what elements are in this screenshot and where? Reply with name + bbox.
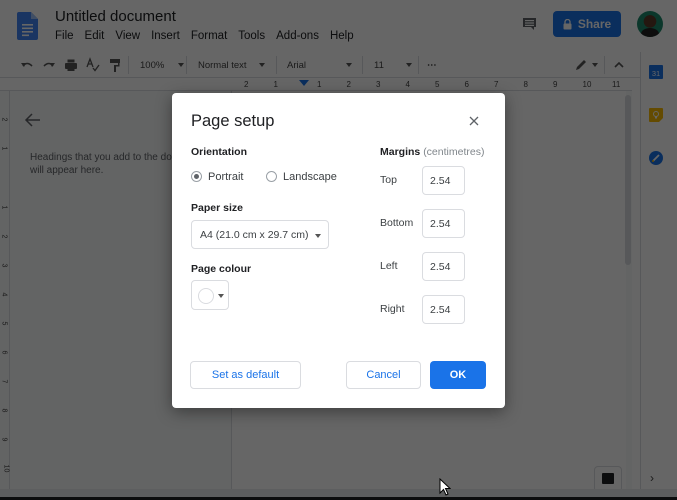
margin-top-label: Top <box>380 174 397 186</box>
dialog-title: Page setup <box>191 112 275 130</box>
portrait-radio[interactable] <box>191 171 202 182</box>
paper-size-select[interactable]: A4 (21.0 cm x 29.7 cm) <box>191 220 329 249</box>
orientation-label: Orientation <box>191 146 248 158</box>
margins-unit: (centimetres) <box>423 146 485 158</box>
landscape-radio[interactable] <box>266 171 277 182</box>
margin-right-label: Right <box>380 303 405 315</box>
close-icon[interactable] <box>468 115 480 127</box>
google-docs-window: Untitled document File Edit View Insert … <box>0 0 677 500</box>
portrait-label[interactable]: Portrait <box>208 171 243 183</box>
landscape-label[interactable]: Landscape <box>283 171 337 183</box>
set-as-default-button[interactable]: Set as default <box>190 361 301 389</box>
cancel-button[interactable]: Cancel <box>346 361 421 389</box>
page-setup-dialog: Page setup Orientation Portrait Landscap… <box>172 93 505 408</box>
ok-button[interactable]: OK <box>430 361 486 389</box>
margin-left-label: Left <box>380 260 398 272</box>
margin-bottom-input[interactable]: 2.54 <box>422 209 465 238</box>
mouse-cursor-icon <box>439 478 451 496</box>
page-colour-label: Page colour <box>191 263 252 275</box>
margin-top-input[interactable]: 2.54 <box>422 166 465 195</box>
margins-label: Margins <box>380 146 421 158</box>
chevron-down-icon <box>218 294 224 298</box>
margin-right-input[interactable]: 2.54 <box>422 295 465 324</box>
chevron-down-icon <box>315 234 321 238</box>
paper-size-value: A4 (21.0 cm x 29.7 cm) <box>200 228 309 241</box>
margin-left-input[interactable]: 2.54 <box>422 252 465 281</box>
margin-bottom-label: Bottom <box>380 217 414 229</box>
paper-size-label: Paper size <box>191 202 243 214</box>
page-colour-picker[interactable] <box>191 280 229 310</box>
margins-header: Margins (centimetres) <box>380 146 484 158</box>
colour-swatch <box>198 288 214 304</box>
